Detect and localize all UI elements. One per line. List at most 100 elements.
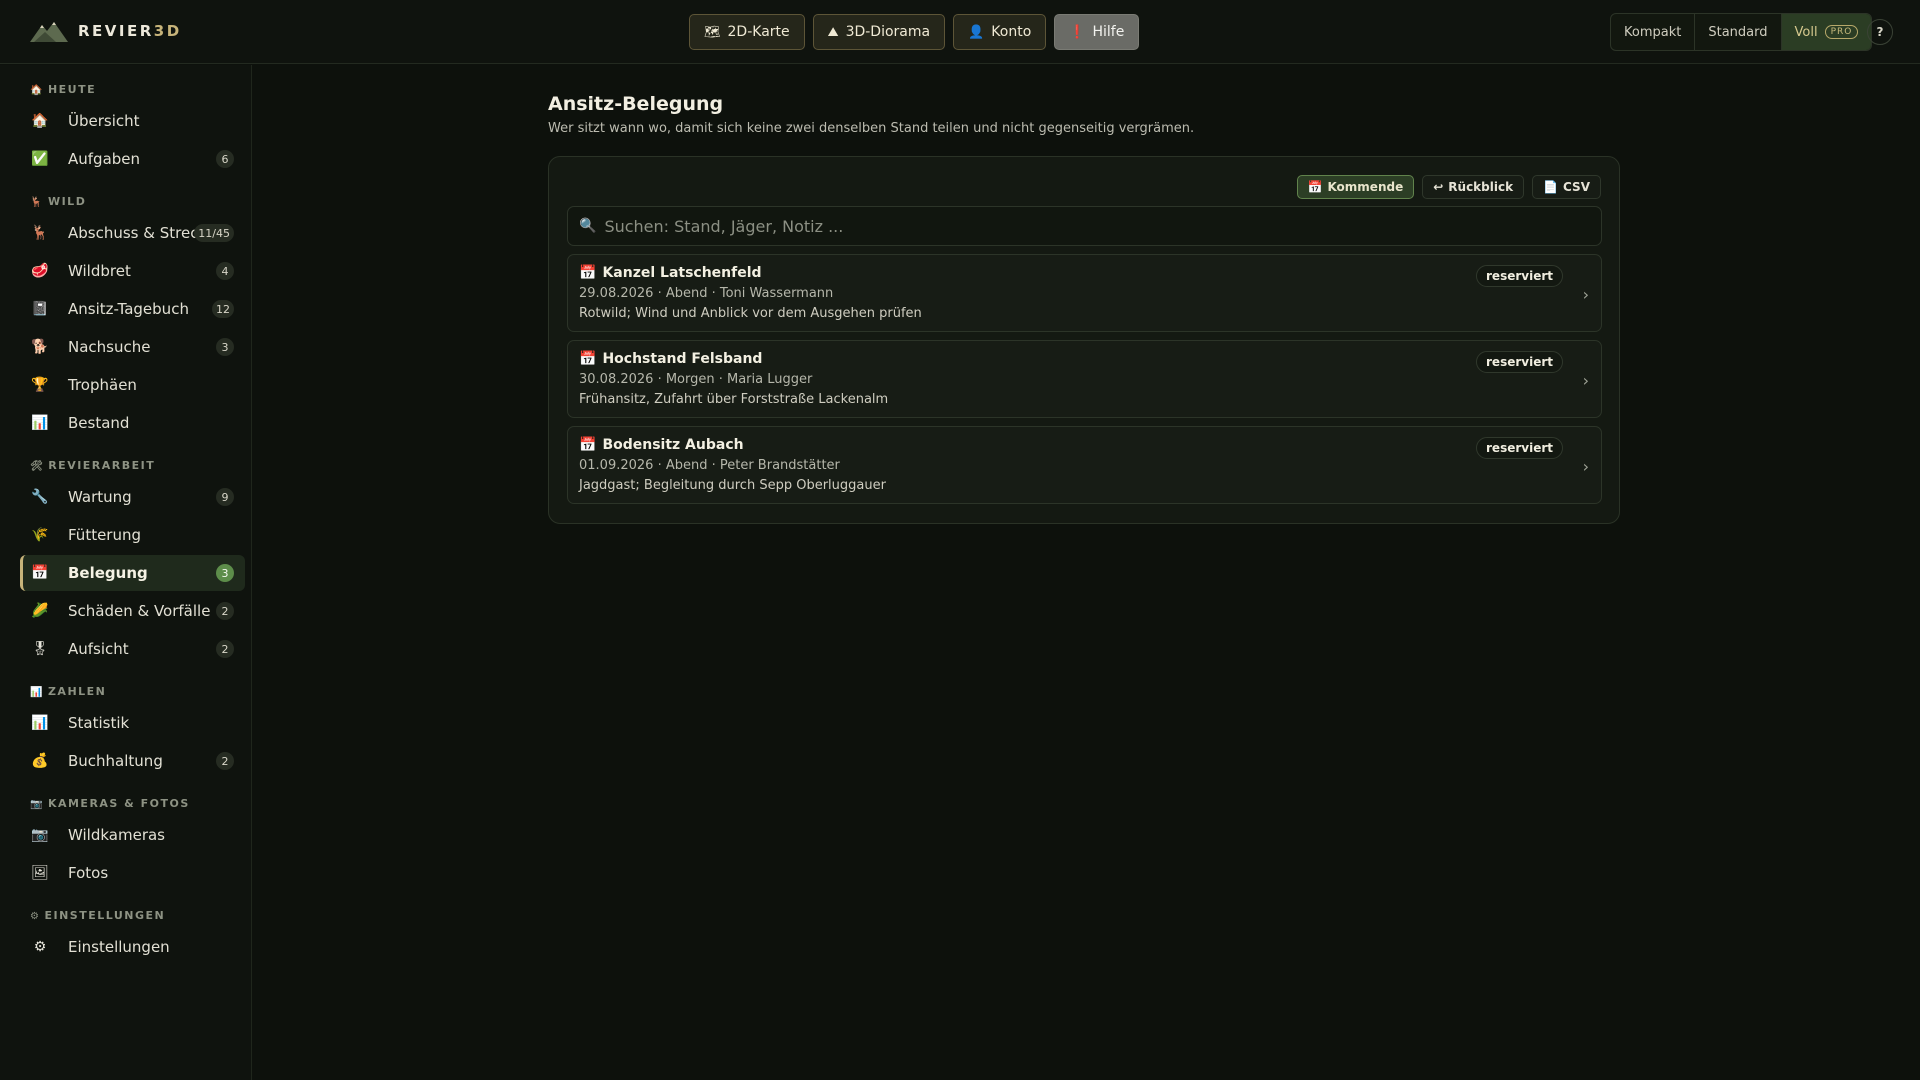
- entry-meta: 01.09.2026 · Abend · Peter Brandstätter: [579, 458, 840, 473]
- list-item[interactable]: 📅 Hochstand Felsband 30.08.2026 · Morgen …: [567, 340, 1602, 418]
- page-title: Ansitz-Belegung: [548, 93, 724, 115]
- search-box: 🔍: [567, 206, 1602, 246]
- status-badge: reserviert: [1476, 437, 1563, 459]
- bar-chart-icon: 📊: [30, 687, 44, 698]
- status-badge: reserviert: [1476, 351, 1563, 373]
- entry-note: Frühansitz, Zufahrt über Forststraße Lac…: [579, 392, 889, 407]
- section-title-wild: 🦌 WILD: [30, 195, 87, 208]
- list-item[interactable]: 📅 Kanzel Latschenfeld 29.08.2026 · Abend …: [567, 254, 1602, 332]
- entry-note: Rotwild; Wind und Anblick vor dem Ausgeh…: [579, 306, 922, 321]
- gear-icon: ⚙: [33, 939, 47, 955]
- sidebar-item-fuetterung[interactable]: 🌾 Fütterung: [20, 517, 245, 553]
- wrench-icon: 🔧: [31, 489, 49, 505]
- help-question-button[interactable]: ?: [1867, 19, 1893, 45]
- chevron-right-icon: ›: [1582, 371, 1589, 390]
- tools-icon: 🛠: [30, 461, 45, 472]
- section-title-kameras: 📷 KAMERAS & FOTOS: [30, 797, 190, 810]
- entry-meta: 29.08.2026 · Abend · Toni Wassermann: [579, 286, 834, 301]
- photo-icon: 🖼: [31, 865, 49, 881]
- main-nav: 🗺 2D-Karte ⛰ 3D-Diorama 👤 Konto ❗ Hilfe: [689, 14, 1140, 50]
- sidebar-item-ansitz-tagebuch[interactable]: 📓 Ansitz-Tagebuch 12: [20, 291, 245, 327]
- sidebar-item-statistik[interactable]: 📊 Statistik: [20, 705, 245, 741]
- entry-title: Hochstand Felsband: [602, 351, 763, 367]
- section-title-einstellungen: ⚙ EINSTELLUNGEN: [30, 909, 166, 922]
- home-icon: 🏠: [30, 85, 44, 96]
- brand-name: REVIER3D: [78, 22, 182, 40]
- nav-account-button[interactable]: 👤 Konto: [953, 14, 1047, 50]
- sidebar-item-trophaeen[interactable]: 🏆 Trophäen: [20, 367, 245, 403]
- top-header: REVIER3D 🗺 2D-Karte ⛰ 3D-Diorama 👤 Konto ❗ H…: [0, 0, 1920, 64]
- search-input[interactable]: [604, 216, 1565, 236]
- view-mode-switch: Kompakt Standard Voll PRO: [1610, 13, 1873, 51]
- sidebar-item-wildbret[interactable]: 🥩 Wildbret 4: [20, 253, 245, 289]
- deer-icon: 🦌: [31, 225, 49, 241]
- calendar-icon: 📅: [579, 265, 597, 281]
- filter-history-button[interactable]: ↩ Rückblick: [1422, 175, 1525, 199]
- chevron-right-icon: ›: [1582, 285, 1589, 304]
- sidebar-item-uebersicht[interactable]: 🏠 Übersicht: [20, 103, 245, 139]
- search-icon: 🔍: [579, 218, 597, 234]
- nav-help-button[interactable]: ❗ Hilfe: [1054, 14, 1140, 50]
- sidebar-item-schaeden[interactable]: 🌽 Schäden & Vorfälle 2: [20, 593, 245, 629]
- sidebar-item-wartung[interactable]: 🔧 Wartung 9: [20, 479, 245, 515]
- map-icon: 🗺: [704, 24, 721, 40]
- camera-icon: 📷: [31, 827, 49, 843]
- count-badge: 2: [216, 752, 234, 770]
- section-title-heute: 🏠 HEUTE: [30, 83, 97, 96]
- mountain-icon: ⛰: [827, 24, 839, 40]
- count-badge: 4: [216, 262, 234, 280]
- home-icon: 🏠: [31, 113, 49, 129]
- entry-title: Kanzel Latschenfeld: [602, 265, 762, 281]
- export-csv-button[interactable]: 📄 CSV: [1532, 175, 1601, 199]
- bar-chart-icon: 📊: [31, 415, 49, 431]
- entry-title: Bodensitz Aubach: [602, 437, 744, 453]
- calendar-icon: 📅: [579, 351, 597, 367]
- sidebar-item-buchhaltung[interactable]: 💰 Buchhaltung 2: [20, 743, 245, 779]
- count-badge: 11/45: [194, 224, 234, 242]
- sidebar: 🏠 HEUTE 🏠 Übersicht ✅ Aufgaben 6 🦌 WILD 🦌 Absc…: [0, 65, 252, 1080]
- sidebar-item-aufgaben[interactable]: ✅ Aufgaben 6: [20, 141, 245, 177]
- entry-meta: 30.08.2026 · Morgen · Maria Lugger: [579, 372, 813, 387]
- count-badge: 3: [216, 564, 234, 582]
- nav-3d-diorama-button[interactable]: ⛰ 3D-Diorama: [812, 14, 946, 50]
- count-badge: 9: [216, 488, 234, 506]
- grain-icon: 🌾: [31, 527, 49, 543]
- calendar-icon: 📅: [31, 565, 49, 581]
- section-title-revierarbeit: 🛠 REVIERARBEIT: [30, 459, 156, 472]
- filter-upcoming-button[interactable]: 📅 Kommende: [1296, 175, 1415, 199]
- count-badge: 2: [216, 640, 234, 658]
- pro-badge: PRO: [1824, 25, 1859, 39]
- entry-note: Jagdgast; Begleitung durch Sepp Oberlugg…: [579, 478, 886, 493]
- filter-group: 📅 Kommende ↩ Rückblick 📄 CSV: [1296, 175, 1601, 199]
- sidebar-item-belegung[interactable]: 📅 Belegung 3: [20, 555, 245, 591]
- sidebar-item-einstellungen[interactable]: ⚙ Einstellungen: [20, 929, 245, 965]
- meat-icon: 🥩: [31, 263, 49, 279]
- notebook-icon: 📓: [31, 301, 49, 317]
- bar-chart-icon: 📊: [31, 715, 49, 731]
- view-compact-option[interactable]: Kompakt: [1611, 14, 1696, 50]
- page-subtitle: Wer sitzt wann wo, damit sich keine zwei…: [548, 121, 1195, 136]
- money-bag-icon: 💰: [31, 753, 49, 769]
- app-logo[interactable]: REVIER3D: [30, 20, 182, 42]
- count-badge: 3: [216, 338, 234, 356]
- trophy-icon: 🏆: [31, 377, 49, 393]
- corn-icon: 🌽: [31, 603, 49, 619]
- list-item[interactable]: 📅 Bodensitz Aubach 01.09.2026 · Abend · P…: [567, 426, 1602, 504]
- sidebar-item-aufsicht[interactable]: 🎖 Aufsicht 2: [20, 631, 245, 667]
- exclamation-icon: ❗: [1069, 24, 1086, 40]
- count-badge: 6: [216, 150, 234, 168]
- count-badge: 2: [216, 602, 234, 620]
- count-badge: 12: [212, 300, 234, 318]
- view-standard-option[interactable]: Standard: [1695, 14, 1782, 50]
- view-full-option[interactable]: Voll PRO: [1781, 14, 1872, 50]
- sidebar-item-fotos[interactable]: 🖼 Fotos: [20, 855, 245, 891]
- sidebar-item-nachsuche[interactable]: 🐕 Nachsuche 3: [20, 329, 245, 365]
- sidebar-item-abschuss[interactable]: 🦌 Abschuss & Strec... 11/45: [20, 215, 245, 251]
- mountain-logo-icon: [30, 22, 68, 42]
- user-icon: 👤: [968, 24, 985, 40]
- sidebar-item-wildkameras[interactable]: 📷 Wildkameras: [20, 817, 245, 853]
- section-title-zahlen: 📊 ZAHLEN: [30, 685, 107, 698]
- sidebar-item-bestand[interactable]: 📊 Bestand: [20, 405, 245, 441]
- nav-2d-map-button[interactable]: 🗺 2D-Karte: [689, 14, 805, 50]
- chevron-right-icon: ›: [1582, 457, 1589, 476]
